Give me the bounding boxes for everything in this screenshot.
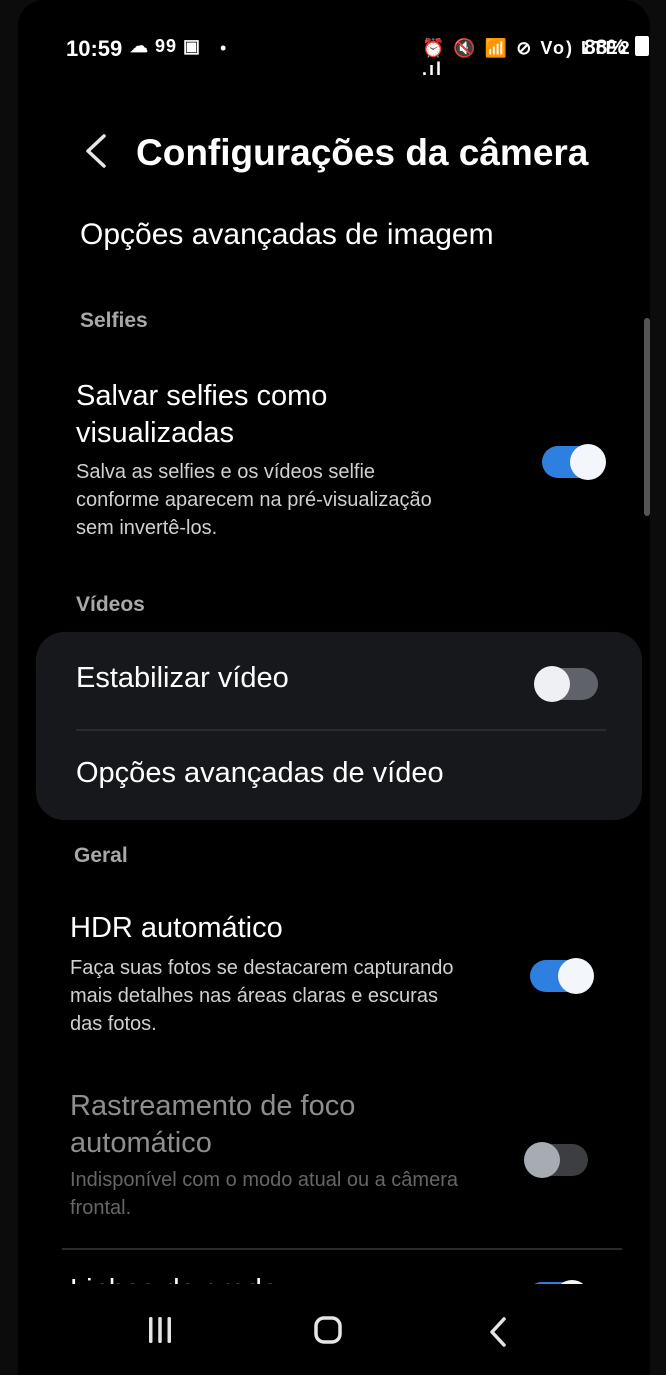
recents-icon <box>149 1317 171 1343</box>
save-selfies-setting[interactable]: Salvar selfies como visualizadas Salva a… <box>76 376 616 550</box>
recents-button[interactable] <box>134 1304 186 1356</box>
save-selfies-toggle[interactable] <box>542 444 606 480</box>
status-notification-icons: ☁ 99 ▣ <box>130 36 202 56</box>
setting-title: Estabilizar vídeo <box>76 662 289 694</box>
tracking-autofocus-toggle[interactable] <box>524 1142 588 1178</box>
section-header-selfies: Selfies <box>80 309 148 332</box>
setting-title: Salvar selfies como visualizadas <box>76 380 328 449</box>
back-nav-button[interactable] <box>472 1306 524 1358</box>
home-icon <box>314 1316 342 1344</box>
stabilize-video-toggle[interactable] <box>534 666 598 702</box>
divider <box>62 1248 622 1250</box>
navigation-bar <box>18 1284 650 1375</box>
setting-description: Salva as selfies e os vídeos selfie conf… <box>76 461 432 539</box>
setting-description: Indisponível com o modo atual ou a câmer… <box>70 1169 458 1219</box>
battery-percent: 88% <box>584 36 627 59</box>
toggle-knob <box>534 666 570 702</box>
back-icon <box>490 1317 506 1347</box>
toggle-knob <box>570 444 606 480</box>
auto-hdr-toggle[interactable] <box>530 958 594 994</box>
advanced-image-options-link[interactable]: Opções avançadas de imagem <box>80 218 494 252</box>
toggle-knob <box>558 958 594 994</box>
toggle-knob <box>524 1142 560 1178</box>
setting-title: HDR automático <box>70 912 283 944</box>
scrollbar[interactable] <box>644 318 650 516</box>
setting-description: Faça suas fotos se destacarem capturando… <box>70 957 454 1035</box>
video-settings-card: Estabilizar vídeo Opções avançadas de ví… <box>36 632 642 820</box>
back-button[interactable] <box>76 128 116 174</box>
setting-title: Opções avançadas de vídeo <box>76 757 444 789</box>
battery-icon <box>634 36 649 56</box>
back-chevron-icon <box>86 134 106 168</box>
section-header-general: Geral <box>74 844 128 867</box>
setting-title: Rastreamento de foco automático <box>70 1090 356 1159</box>
auto-hdr-setting[interactable]: HDR automático Faça suas fotos se destac… <box>70 912 610 1040</box>
page-title: Configurações da câmera <box>136 132 589 173</box>
status-time: 10:59 <box>66 36 123 61</box>
home-button[interactable] <box>302 1304 354 1356</box>
settings-screen: 10:59 ☁ 99 ▣ • ⏰ 🔇 📶 ⊘ Vo) LTE2 .ıl 88% … <box>18 0 650 1375</box>
status-dot-icon: • <box>220 38 227 58</box>
stabilize-video-setting[interactable]: Estabilizar vídeo <box>36 632 642 728</box>
tracking-autofocus-setting[interactable]: Rastreamento de foco automático Indispon… <box>70 1084 610 1220</box>
status-battery: 88% <box>584 36 649 60</box>
section-header-videos: Vídeos <box>76 593 145 616</box>
advanced-video-options-link[interactable]: Opções avançadas de vídeo <box>36 731 642 820</box>
